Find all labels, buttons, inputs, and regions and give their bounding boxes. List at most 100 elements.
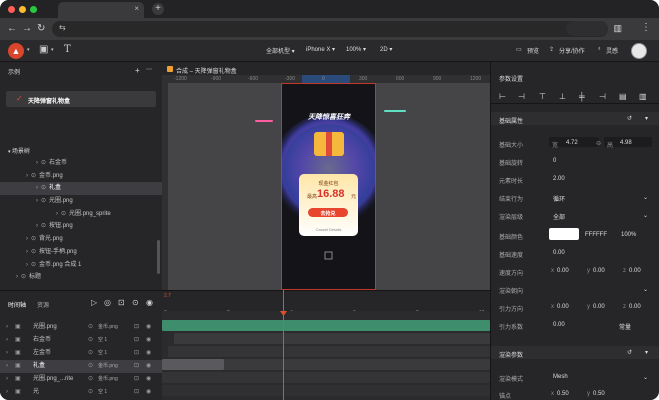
rotation-value[interactable]: 0 [553, 158, 556, 164]
link-icon[interactable]: ⊙ [88, 373, 93, 386]
render-mode-select[interactable]: Mesh [553, 374, 568, 380]
zoom-select[interactable]: 100% ▾ [346, 46, 366, 53]
row-eye-icon[interactable]: ◉ [146, 373, 151, 386]
collapse-section-icon[interactable]: ▾ [645, 115, 648, 122]
row-lock-icon[interactable]: ⊡ [134, 386, 139, 399]
dimension-mode-select[interactable]: 2D ▾ [380, 46, 392, 53]
row-expand-icon[interactable]: › [6, 373, 8, 386]
side-panel-icon[interactable]: ▥ [613, 23, 622, 34]
expand-icon[interactable]: › [26, 259, 28, 272]
row-lock-icon[interactable]: ⊡ [134, 373, 139, 386]
row-parent[interactable]: 空 1 [98, 347, 107, 360]
tree-item[interactable]: › ⊙ 标题 [0, 271, 162, 284]
align-vcenter-icon[interactable]: ╪ [579, 92, 585, 101]
play-icon[interactable]: ▷ [91, 298, 97, 307]
app-logo[interactable]: ▲ [8, 43, 24, 59]
more-icon[interactable]: ⋯ [146, 66, 152, 73]
url-field[interactable]: ⇆ ☆ ▥ [52, 21, 622, 37]
row-eye-icon[interactable]: ◉ [146, 360, 151, 373]
tab-resources[interactable]: 资源 [37, 300, 49, 309]
tree-item[interactable]: › ⊙ 右金币 [0, 157, 162, 170]
scene-tree-header[interactable]: ▾ 场景树 [8, 146, 30, 155]
render-params-header[interactable]: 渲染参数 ↺ ▾ [491, 346, 659, 359]
phone-stage[interactable]: 天降惊喜狂奔 现金红包 最高 16.88 元 去抢兑 Cancel Detail… [269, 83, 389, 290]
timeline-row[interactable]: › ▣ 礼盒 ⊙ 金币.png ⊡ ◉ [0, 360, 162, 373]
force-coef-value[interactable]: 0.00 [553, 322, 565, 328]
track-bar-5[interactable] [162, 372, 490, 383]
row-expand-icon[interactable]: › [6, 334, 8, 347]
row-eye-icon[interactable]: ◉ [146, 386, 151, 399]
share-button[interactable]: 分享/协作 [559, 46, 585, 55]
render-mode-dropdown-icon[interactable]: ⌄ [643, 374, 648, 381]
timeline-row[interactable]: › ▣ 光 ⊙ 空 1 ⊡ ◉ [0, 386, 162, 399]
force-y-value[interactable]: 0.00 [593, 304, 605, 310]
close-tab-icon[interactable]: × [134, 4, 139, 13]
row-parent[interactable]: 空 1 [98, 334, 107, 347]
lock-ratio-icon[interactable]: ⊖ [596, 140, 601, 147]
preview-button[interactable]: 预览 [527, 46, 539, 55]
force-z-value[interactable]: 0.00 [629, 304, 641, 310]
tree-item[interactable]: › ⊙ 礼盒 [0, 182, 162, 196]
row-eye-icon[interactable]: ◉ [146, 347, 151, 360]
link-icon[interactable]: ⊙ [88, 347, 93, 360]
render-collapse-icon[interactable]: ▾ [645, 349, 648, 356]
close-popup-icon[interactable] [324, 251, 333, 260]
speed-value[interactable]: 0.00 [553, 250, 565, 256]
track-bar-4-rest[interactable] [224, 359, 490, 370]
render-dropdown-icon[interactable]: ⌄ [643, 212, 648, 219]
align-bottom-icon[interactable]: ⊥ [559, 92, 566, 101]
maximize-window-button[interactable] [30, 6, 37, 13]
inspiration-button[interactable]: 灵感 [606, 46, 618, 55]
minimize-window-button[interactable] [19, 6, 26, 13]
tree-item[interactable]: › ⊙ 按钮-手柄.png [0, 246, 162, 259]
expand-icon[interactable]: › [36, 157, 38, 170]
track-bar-3[interactable] [168, 346, 490, 357]
expand-icon[interactable]: › [26, 246, 28, 259]
row-lock-icon[interactable]: ⊡ [134, 334, 139, 347]
reset-icon[interactable]: ↺ [627, 115, 632, 122]
track-bar-2[interactable] [174, 333, 490, 344]
row-lock-icon[interactable]: ⊡ [134, 347, 139, 360]
render-direction-dropdown-icon[interactable]: ⌄ [643, 286, 648, 293]
text-tool-icon[interactable]: T [64, 44, 71, 55]
tree-scrollbar[interactable] [157, 240, 160, 274]
vel-y-value[interactable]: 0.00 [593, 268, 605, 274]
render-reset-icon[interactable]: ↺ [627, 349, 632, 356]
align-left-icon[interactable]: ⊢ [499, 92, 506, 101]
browser-menu-icon[interactable]: ⋮ [641, 22, 651, 33]
vel-x-value[interactable]: 0.00 [557, 268, 569, 274]
image-tool-icon[interactable]: ▣ [39, 44, 48, 55]
lock-icon[interactable]: ⊙ [132, 298, 139, 307]
track-bar-4-selected[interactable] [162, 359, 224, 370]
image-dropdown-icon[interactable]: ▾ [51, 47, 54, 53]
row-parent[interactable]: 金币.png [98, 321, 118, 334]
link-icon[interactable]: ⊙ [88, 334, 93, 347]
row-parent[interactable]: 空 1 [98, 386, 107, 399]
site-settings-icon[interactable]: ⇆ [59, 23, 66, 32]
align-hcenter-icon[interactable]: ⊣ [518, 92, 525, 101]
row-eye-icon[interactable]: ◉ [146, 321, 151, 334]
export-icon[interactable]: ⊡ [118, 298, 125, 307]
tab-timeline[interactable]: 时间轴 [8, 300, 26, 309]
expand-icon[interactable]: › [36, 195, 38, 208]
row-lock-icon[interactable]: ⊡ [134, 360, 139, 373]
align-top-icon[interactable]: ⊤ [539, 92, 546, 101]
timeline-row[interactable]: › ▣ 光圈.png ⊙ 金币.png ⊡ ◉ [0, 321, 162, 334]
profile-pill[interactable] [566, 21, 608, 36]
share-icon[interactable]: ⇪ [549, 46, 554, 53]
color-hex[interactable]: FFFFFF [585, 232, 607, 238]
row-expand-icon[interactable]: › [6, 360, 8, 373]
basic-section-header[interactable]: 基础属性 ↺ ▾ [491, 112, 659, 125]
tree-item[interactable]: › ⊙ 按钮.png [0, 220, 162, 233]
playhead[interactable] [283, 290, 284, 400]
browser-tab[interactable]: × [58, 2, 144, 18]
force-coef-mode[interactable]: 常量 [619, 322, 631, 331]
avatar[interactable] [631, 43, 647, 59]
end-behavior-select[interactable]: 循环 [553, 194, 565, 203]
reload-icon[interactable]: ↻ [37, 23, 45, 34]
logo-dropdown-icon[interactable]: ▾ [27, 47, 30, 53]
row-parent[interactable]: 金币.png [98, 373, 118, 386]
expand-icon[interactable]: › [36, 182, 38, 195]
align-right-icon[interactable]: ⊣ [599, 92, 606, 101]
row-expand-icon[interactable]: › [6, 347, 8, 360]
